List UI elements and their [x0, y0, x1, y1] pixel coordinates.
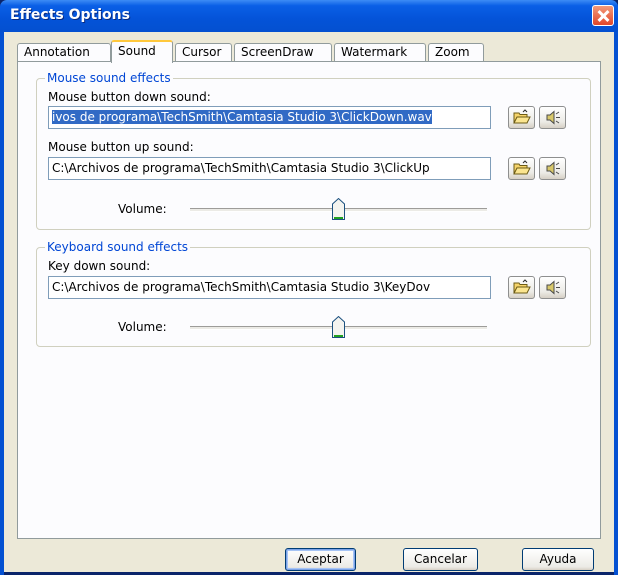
open-folder-icon	[513, 279, 531, 294]
open-folder-icon	[513, 160, 531, 175]
ok-button[interactable]: Aceptar	[285, 548, 356, 571]
browse-key-down-button[interactable]	[508, 276, 535, 299]
keyboard-sound-legend: Keyboard sound effects	[45, 240, 191, 254]
speaker-icon	[546, 280, 560, 295]
mouse-up-sound-field[interactable]: C:\Archivos de programa\TechSmith\Camtas…	[48, 157, 491, 180]
keyboard-volume-label: Volume:	[118, 320, 167, 334]
key-down-label: Key down sound:	[48, 259, 151, 273]
play-mouse-down-button[interactable]	[539, 106, 566, 129]
window-border-right	[614, 32, 618, 575]
mouse-up-label: Mouse button up sound:	[48, 140, 194, 154]
close-button[interactable]	[592, 5, 614, 26]
play-mouse-up-button[interactable]	[539, 157, 566, 180]
tab-screendraw[interactable]: ScreenDraw	[234, 43, 332, 62]
browse-mouse-up-button[interactable]	[508, 157, 535, 180]
title-bar[interactable]: Effects Options	[0, 0, 618, 32]
tab-zoom[interactable]: Zoom	[428, 43, 484, 62]
tab-sound[interactable]: Sound	[111, 40, 173, 63]
browse-mouse-down-button[interactable]	[508, 106, 535, 129]
mouse-volume-label: Volume:	[118, 202, 167, 216]
window-border-left	[0, 32, 4, 575]
tab-cursor[interactable]: Cursor	[175, 43, 232, 62]
help-button[interactable]: Ayuda	[522, 548, 594, 571]
mouse-sound-legend: Mouse sound effects	[45, 71, 173, 85]
sound-tab-panel: Mouse sound effects Mouse button down so…	[17, 61, 601, 539]
tab-watermark[interactable]: Watermark	[334, 43, 426, 62]
keyboard-volume-slider[interactable]	[332, 316, 345, 338]
cancel-button[interactable]: Cancelar	[403, 548, 478, 571]
play-key-down-button[interactable]	[539, 276, 566, 299]
speaker-icon	[546, 110, 560, 125]
tab-annotation[interactable]: Annotation	[17, 43, 111, 62]
key-down-sound-field[interactable]: C:\Archivos de programa\TechSmith\Camtas…	[48, 276, 491, 299]
mouse-down-sound-field[interactable]: ivos de programa\TechSmith\Camtasia Stud…	[48, 106, 491, 129]
window-title: Effects Options	[10, 7, 130, 23]
mouse-down-label: Mouse button down sound:	[48, 90, 211, 104]
mouse-down-sound-value: ivos de programa\TechSmith\Camtasia Stud…	[52, 110, 432, 124]
speaker-icon	[546, 161, 560, 176]
mouse-volume-slider[interactable]	[332, 198, 345, 220]
open-folder-icon	[513, 109, 531, 124]
